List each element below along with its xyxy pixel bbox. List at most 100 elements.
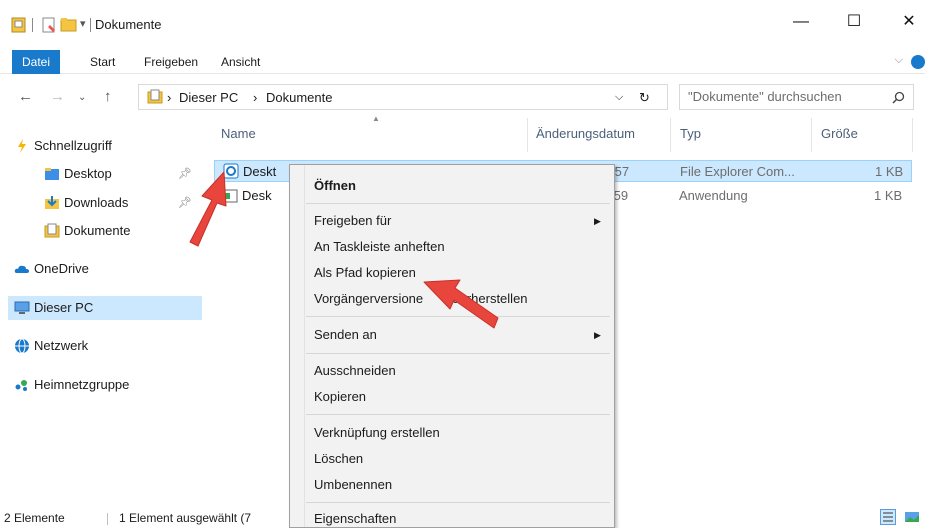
documents-folder-icon bbox=[147, 89, 163, 104]
file-size: 1 KB bbox=[874, 188, 903, 203]
menu-item-freigeben-fuer[interactable]: Freigeben für bbox=[314, 213, 391, 228]
sidebar-item-downloads[interactable]: Downloads 📌︎ bbox=[8, 191, 202, 215]
divider bbox=[107, 513, 108, 525]
sidebar-item-onedrive[interactable]: OneDrive bbox=[8, 257, 202, 281]
column-divider[interactable] bbox=[527, 118, 528, 152]
sort-ascending-icon: ▲ bbox=[372, 114, 380, 123]
recent-dropdown-icon[interactable]: ⌄ bbox=[78, 92, 86, 103]
submenu-arrow-icon: ▶ bbox=[594, 216, 601, 226]
forward-button[interactable]: → bbox=[50, 88, 65, 105]
menu-item-als-pfad-kopieren[interactable]: Als Pfad kopieren bbox=[314, 265, 416, 280]
menu-gutter-line bbox=[304, 165, 305, 527]
sidebar-item-netzwerk[interactable]: Netzwerk bbox=[8, 334, 202, 358]
menu-separator bbox=[306, 203, 610, 204]
breadcrumb-dieser-pc[interactable]: Dieser PC bbox=[179, 90, 238, 105]
selection-info: 1 Element ausgewählt (7 bbox=[119, 511, 252, 525]
new-document-icon[interactable] bbox=[40, 16, 58, 34]
menu-separator bbox=[306, 414, 610, 415]
star-icon bbox=[18, 139, 26, 153]
column-header-type[interactable]: Typ bbox=[680, 126, 701, 141]
item-count: 2 Elemente bbox=[4, 511, 65, 525]
breadcrumb-separator: › bbox=[167, 90, 172, 105]
menu-item-umbenennen[interactable]: Umbenennen bbox=[314, 477, 392, 492]
menu-gutter bbox=[290, 165, 304, 527]
new-folder-icon[interactable] bbox=[60, 16, 78, 34]
download-folder-icon bbox=[45, 196, 59, 209]
menu-item-eigenschaften[interactable]: Eigenschaften bbox=[314, 511, 396, 526]
cloud-icon bbox=[14, 265, 29, 273]
sidebar-item-label: Dokumente bbox=[64, 223, 131, 238]
context-menu: Öffnen Freigeben für ▶ An Taskleiste anh… bbox=[289, 164, 615, 528]
file-name: Desk bbox=[242, 188, 272, 203]
maximize-icon: ☐ bbox=[846, 13, 862, 30]
tab-freigeben[interactable]: Freigeben bbox=[136, 50, 206, 74]
column-divider[interactable] bbox=[912, 118, 913, 152]
minimize-icon: — bbox=[793, 13, 809, 30]
title-bar: ▾ Dokumente — ☐ ✕ bbox=[0, 0, 925, 46]
tab-ansicht[interactable]: Ansicht bbox=[213, 50, 268, 74]
column-divider[interactable] bbox=[670, 118, 671, 152]
column-divider[interactable] bbox=[811, 118, 812, 152]
sidebar-item-label: Downloads bbox=[64, 195, 129, 210]
menu-item-label-left: Vorgängerversione bbox=[314, 291, 424, 306]
search-icon[interactable] bbox=[892, 91, 905, 104]
address-dropdown-icon[interactable]: ⌵ bbox=[615, 91, 623, 104]
column-header-name[interactable]: Name bbox=[221, 126, 256, 141]
sidebar-item-label: OneDrive bbox=[34, 261, 89, 276]
sidebar-item-heimnetzgruppe[interactable]: Heimnetzgruppe bbox=[8, 373, 202, 397]
sidebar-item-schnellzugriff[interactable]: Schnellzugriff bbox=[8, 134, 202, 158]
minimize-button[interactable]: — bbox=[781, 8, 821, 36]
tab-datei[interactable]: Datei bbox=[12, 50, 61, 74]
tab-start[interactable]: Start bbox=[82, 50, 123, 74]
annotation-arrow-icon bbox=[189, 171, 227, 247]
file-name: Deskt bbox=[243, 164, 277, 179]
file-size: 1 KB bbox=[875, 164, 904, 179]
address-bar[interactable]: › Dieser PC › Dokumente ⌵ ↻ bbox=[138, 84, 668, 110]
menu-item-ausschneiden[interactable]: Ausschneiden bbox=[314, 363, 396, 378]
file-type: Anwendung bbox=[679, 188, 748, 203]
customize-dropdown-icon[interactable]: ▾ bbox=[80, 17, 86, 30]
sidebar-item-label: Dieser PC bbox=[34, 300, 94, 315]
search-box[interactable] bbox=[679, 84, 914, 110]
maximize-button[interactable]: ☐ bbox=[834, 8, 874, 36]
menu-item-kopieren[interactable]: Kopieren bbox=[314, 389, 366, 404]
sidebar-item-dokumente[interactable]: Dokumente bbox=[8, 219, 202, 243]
menu-item-senden-an[interactable]: Senden an bbox=[314, 327, 377, 342]
window-title: Dokumente bbox=[95, 17, 162, 32]
sidebar-item-desktop[interactable]: Desktop 📌︎ bbox=[8, 162, 202, 186]
menu-item-verknuepfung-erstellen[interactable]: Verknüpfung erstellen bbox=[314, 425, 440, 440]
sidebar-item-label: Netzwerk bbox=[34, 338, 89, 353]
menu-item-an-taskleiste-anheften[interactable]: An Taskleiste anheften bbox=[314, 239, 445, 254]
menu-item-oeffnen[interactable]: Öffnen bbox=[314, 178, 356, 193]
computer-icon bbox=[14, 301, 30, 314]
sidebar-item-dieser-pc[interactable]: Dieser PC bbox=[8, 296, 202, 320]
breadcrumb-dokumente[interactable]: Dokumente bbox=[266, 90, 332, 105]
file-type: File Explorer Com... bbox=[680, 164, 795, 179]
divider bbox=[90, 18, 91, 32]
close-button[interactable]: ✕ bbox=[889, 8, 925, 36]
back-button[interactable]: ← bbox=[18, 88, 33, 105]
navigation-pane: Schnellzugriff Desktop 📌︎ Downloads 📌︎ D… bbox=[0, 118, 202, 498]
documents-folder-icon bbox=[44, 223, 60, 238]
column-header-date[interactable]: Änderungsdatum bbox=[536, 126, 635, 141]
large-icons-view-icon[interactable] bbox=[904, 509, 920, 525]
annotation-arrow-icon bbox=[423, 279, 499, 329]
column-header-size[interactable]: Größe bbox=[821, 126, 858, 141]
network-icon bbox=[15, 338, 29, 354]
breadcrumb-separator: › bbox=[253, 90, 258, 105]
sidebar-item-label: Heimnetzgruppe bbox=[34, 377, 130, 392]
sidebar-item-label: Schnellzugriff bbox=[34, 138, 112, 153]
details-view-icon[interactable] bbox=[880, 509, 896, 525]
properties-icon[interactable] bbox=[10, 16, 28, 34]
homegroup-icon bbox=[15, 380, 27, 391]
divider bbox=[32, 18, 33, 32]
up-button[interactable]: ↑ bbox=[104, 88, 112, 105]
help-icon[interactable] bbox=[911, 55, 925, 69]
sidebar-item-label: Desktop bbox=[64, 166, 112, 181]
menu-item-loeschen[interactable]: Löschen bbox=[314, 451, 363, 466]
expand-ribbon-icon[interactable]: ⌵ bbox=[895, 54, 903, 67]
search-input[interactable] bbox=[688, 89, 878, 104]
ribbon-tabs: Datei Start Freigeben Ansicht ⌵ bbox=[0, 50, 925, 74]
menu-separator bbox=[306, 502, 610, 503]
refresh-icon[interactable]: ↻ bbox=[639, 90, 650, 106]
